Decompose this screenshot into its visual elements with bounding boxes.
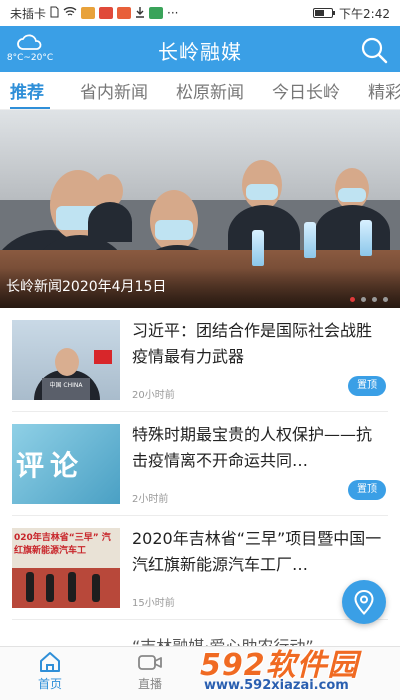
nav-live[interactable]: 直播: [120, 651, 180, 692]
nav-home[interactable]: 首页: [20, 651, 80, 692]
banner-mask: [338, 188, 366, 202]
more-icon: ···: [167, 6, 179, 20]
pinned-badge: 置顶: [348, 376, 386, 396]
pinned-badge: 置顶: [348, 480, 386, 500]
thumb-comment-text: 评论: [16, 449, 85, 482]
watermark-url: www.592xiazai.com: [204, 678, 349, 693]
app-title: 长岭融媒: [158, 40, 242, 64]
news-title: 习近平：团结合作是国际社会战胜疫情最有力武器: [132, 321, 373, 366]
carrier-text: 未插卡: [10, 6, 47, 21]
carousel-dot[interactable]: [372, 297, 377, 302]
battery-icon: [313, 8, 336, 18]
thumb-person: [26, 572, 34, 602]
location-button[interactable]: [342, 580, 386, 624]
carousel-dot[interactable]: [361, 297, 366, 302]
news-item[interactable]: 中国 CHINA 习近平：团结合作是国际社会战胜疫情最有力武器 20小时前 置顶: [12, 308, 388, 412]
wifi-icon: [63, 6, 77, 20]
carousel-dot[interactable]: [383, 297, 388, 302]
home-icon: [40, 652, 60, 672]
tab-highlights[interactable]: 精彩: [358, 78, 400, 103]
nav-live-label: 直播: [137, 677, 162, 691]
nav-home-label: 首页: [37, 677, 62, 691]
news-thumbnail: 评论: [12, 424, 120, 504]
news-time: 20小时前: [132, 390, 175, 401]
news-time: 15小时前: [132, 598, 175, 609]
banner-water-bottle: [252, 230, 264, 266]
banner-carousel[interactable]: 长岭新闻2020年4月15日: [0, 110, 400, 308]
carousel-indicator: [350, 297, 388, 302]
status-bar: 未插卡 ··· 下午2:42: [0, 0, 400, 26]
thumb-speaker-head: [55, 348, 79, 376]
app-badge-icon: [117, 7, 132, 19]
news-title: 特殊时期最宝贵的人权保护——抗击疫情离不开命运共同…: [132, 425, 373, 470]
search-icon[interactable]: [360, 36, 388, 64]
banner-caption: 长岭新闻2020年4月15日: [6, 279, 167, 295]
thumb-podium-label: 中国 CHINA: [49, 382, 83, 389]
image-icon: [149, 7, 164, 19]
download-icon: [135, 6, 145, 21]
banner-water-bottle: [360, 220, 372, 256]
thumb-flag: [94, 350, 112, 364]
status-bar-right: 下午2:42: [313, 5, 390, 22]
banner-mask: [155, 220, 193, 240]
thumb-person: [68, 572, 76, 602]
clock-text: 下午2:42: [339, 6, 390, 21]
location-pin-icon: [354, 589, 374, 615]
weibo-badge-icon: [99, 7, 114, 19]
news-thumbnail: 中国 CHINA: [12, 320, 120, 400]
category-tabs: 推荐 省内新闻 松原新闻 今日长岭 精彩: [0, 72, 400, 110]
app-header: 8°C~20°C 长岭融媒: [0, 26, 400, 72]
site-watermark: 592软件园 www.592xiazai.com: [194, 640, 400, 700]
news-thumbnail: 020年吉林省“三早” 汽红旗新能源汽车工: [12, 528, 120, 608]
thumb-person: [92, 574, 100, 602]
carousel-dot[interactable]: [350, 297, 355, 302]
status-bar-left: 未插卡 ···: [10, 5, 178, 22]
tab-songyuan-news[interactable]: 松原新闻: [166, 78, 244, 103]
news-title: 2020年吉林省“三早”项目暨中国一汽红旗新能源汽车工厂…: [132, 529, 382, 574]
news-item[interactable]: 评论 特殊时期最宝贵的人权保护——抗击疫情离不开命运共同… 2小时前 置顶: [12, 412, 388, 516]
tab-province-news[interactable]: 省内新闻: [70, 78, 148, 103]
news-item[interactable]: 020年吉林省“三早” 汽红旗新能源汽车工 2020年吉林省“三早”项目暨中国一…: [12, 516, 388, 620]
news-badge-icon: [81, 7, 96, 19]
banner-water-bottle: [304, 222, 316, 258]
news-time: 2小时前: [132, 494, 169, 505]
tab-indicator: [10, 107, 50, 109]
sim-icon: [50, 6, 59, 21]
tab-today-changling[interactable]: 今日长岭: [262, 78, 340, 103]
video-camera-icon: [138, 655, 162, 670]
tab-recommend[interactable]: 推荐: [0, 78, 44, 103]
thumb-person: [46, 574, 54, 602]
banner-mask: [246, 184, 278, 200]
banner-person: [88, 202, 132, 242]
thumb-banner-text: 020年吉林省“三早” 汽红旗新能源汽车工: [14, 533, 111, 556]
